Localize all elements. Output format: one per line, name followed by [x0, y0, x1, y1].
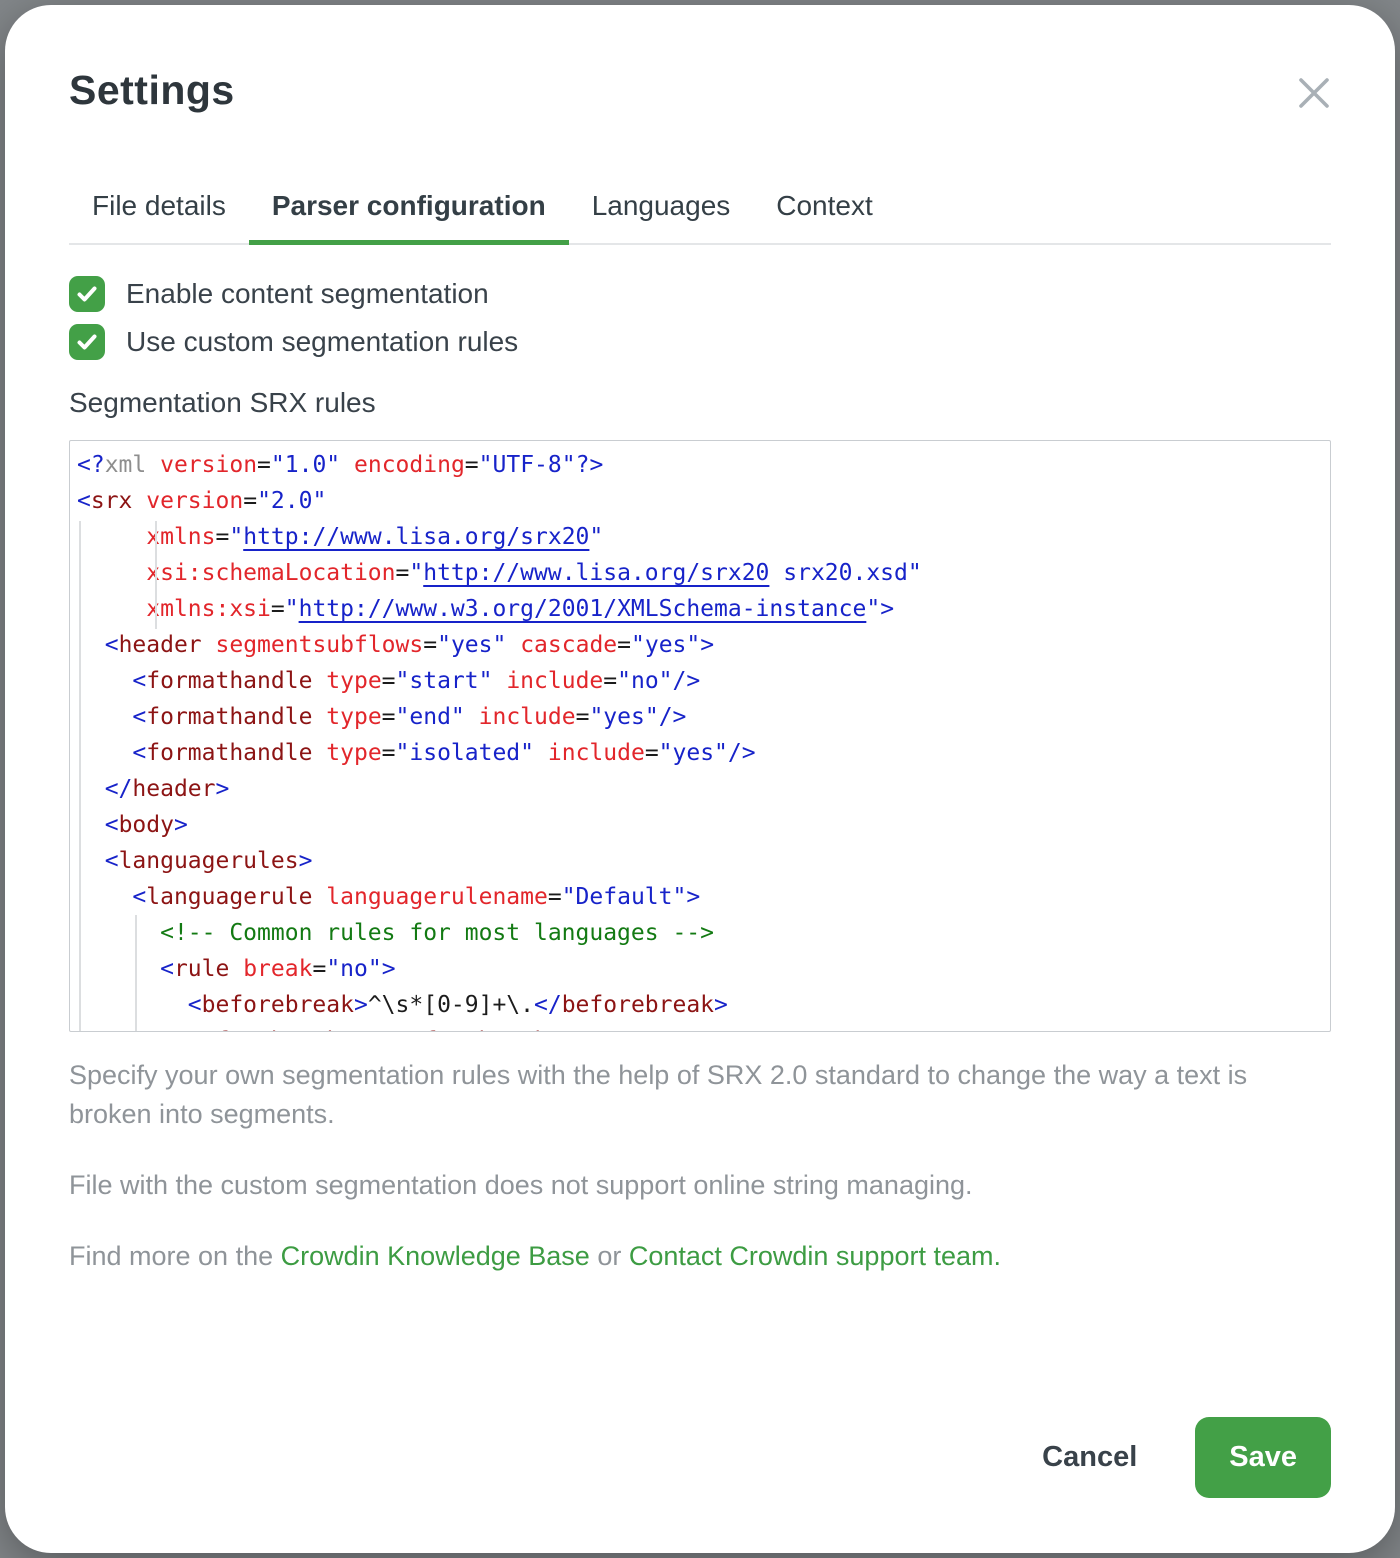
- close-button[interactable]: [1295, 75, 1333, 113]
- code-line: <beforebreak>^\s*[0-9]+\.</beforebreak>: [77, 987, 1330, 1023]
- checkbox-group: Enable content segmentation Use custom se…: [69, 276, 1331, 360]
- code-line: </header>: [77, 771, 1330, 807]
- checkbox-enable-content-segmentation[interactable]: Enable content segmentation: [69, 276, 1331, 312]
- tab-parser-configuration[interactable]: Parser configuration: [249, 190, 569, 243]
- help-text-segmentation: Specify your own segmentation rules with…: [69, 1056, 1273, 1134]
- code-line: <!-- Common rules for most languages -->: [77, 915, 1330, 951]
- settings-dialog: Settings File detailsParser configuratio…: [5, 5, 1395, 1553]
- code-line: <languagerule languagerulename="Default"…: [77, 879, 1330, 915]
- code-line: <?xml version="1.0" encoding="UTF-8"?>: [77, 447, 1330, 483]
- srx-rules-label: Segmentation SRX rules: [69, 387, 1331, 419]
- checkbox-label: Enable content segmentation: [126, 278, 489, 310]
- code-content: <?xml version="1.0" encoding="UTF-8"?><s…: [70, 441, 1330, 1032]
- code-line: <afterbreak>\s</afterbreak>: [77, 1023, 1330, 1032]
- knowledge-base-link[interactable]: Crowdin Knowledge Base: [281, 1241, 590, 1271]
- checkbox-use-custom-segmentation-rules[interactable]: Use custom segmentation rules: [69, 324, 1331, 360]
- cancel-button[interactable]: Cancel: [1042, 1441, 1137, 1474]
- save-button[interactable]: Save: [1195, 1417, 1331, 1498]
- contact-support-link[interactable]: Contact Crowdin support team: [629, 1241, 994, 1271]
- find-more-prefix: Find more on the: [69, 1241, 281, 1271]
- checkbox-checked-icon[interactable]: [69, 324, 105, 360]
- checkbox-checked-icon[interactable]: [69, 276, 105, 312]
- checkbox-label: Use custom segmentation rules: [126, 326, 518, 358]
- code-line: <header segmentsubflows="yes" cascade="y…: [77, 627, 1330, 663]
- tab-bar: File detailsParser configurationLanguage…: [69, 190, 1331, 245]
- help-text-online-managing: File with the custom segmentation does n…: [69, 1166, 1273, 1205]
- close-icon: [1297, 76, 1331, 110]
- indent-guide: [155, 521, 157, 629]
- find-more-middle: or: [590, 1241, 629, 1271]
- code-line: <rule break="no">: [77, 951, 1330, 987]
- code-line: <body>: [77, 807, 1330, 843]
- tab-languages[interactable]: Languages: [569, 190, 754, 243]
- indent-guide: [135, 915, 137, 1031]
- indent-guide: [79, 521, 81, 1031]
- code-line: <formathandle type="isolated" include="y…: [77, 735, 1330, 771]
- code-line: <formathandle type="start" include="no"/…: [77, 663, 1330, 699]
- help-text-find-more: Find more on the Crowdin Knowledge Base …: [69, 1237, 1273, 1276]
- code-line: <srx version="2.0": [77, 483, 1330, 519]
- dialog-title: Settings: [69, 67, 1331, 114]
- code-line: <languagerules>: [77, 843, 1330, 879]
- srx-code-editor[interactable]: <?xml version="1.0" encoding="UTF-8"?><s…: [69, 440, 1331, 1032]
- dialog-footer: Cancel Save: [1042, 1417, 1331, 1498]
- code-line: xsi:schemaLocation="http://www.lisa.org/…: [77, 555, 1330, 591]
- code-line: <formathandle type="end" include="yes"/>: [77, 699, 1330, 735]
- tab-file-details[interactable]: File details: [69, 190, 249, 243]
- tab-context[interactable]: Context: [753, 190, 896, 243]
- find-more-suffix: .: [994, 1241, 1002, 1271]
- code-line: xmlns="http://www.lisa.org/srx20": [77, 519, 1330, 555]
- code-line: xmlns:xsi="http://www.w3.org/2001/XMLSch…: [77, 591, 1330, 627]
